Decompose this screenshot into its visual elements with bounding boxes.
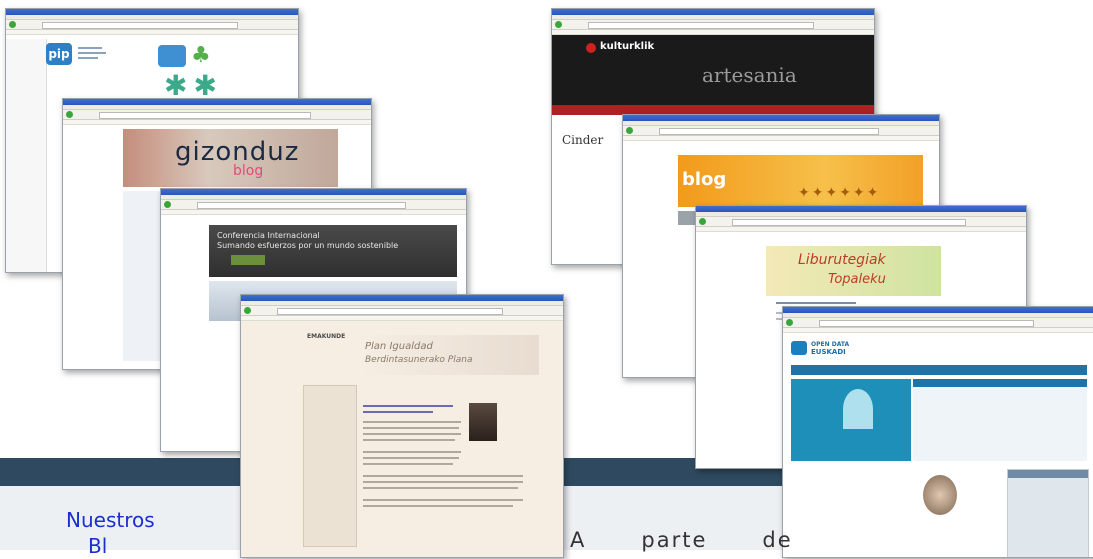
window-addressbar [161, 200, 466, 210]
pip-figure-icon: ♣ [191, 43, 211, 68]
window-addressbar [623, 126, 939, 136]
gazteblog-title: blog [682, 169, 727, 190]
window-bookmarks [161, 210, 466, 215]
screenshot-emakunde: EMAKUNDE Plan Igualdad Berdintasunerako … [240, 294, 564, 558]
url-field [819, 320, 1034, 327]
back-icon [66, 111, 73, 118]
conference-subtitle: Sumando esfuerzos por un mundo sostenibl… [217, 241, 399, 250]
pip-logo-small [158, 45, 186, 67]
back-icon [9, 21, 16, 28]
gizonduz-subtitle: blog [233, 163, 264, 179]
url-field [42, 22, 238, 29]
gizonduz-banner: gizonduz blog [123, 129, 338, 187]
paragraph-word: A [570, 528, 587, 552]
opendata-brand-line1: OPEN DATA [811, 341, 850, 348]
emakunde-plan-subtitle: Berdintasunerako Plana [365, 355, 473, 365]
kulturklik-header: kulturklik artesania [552, 35, 874, 105]
emakunde-sidebar [303, 385, 357, 547]
opendata-brand-line2: EUSKADI [811, 348, 846, 356]
pip-logo: pip [46, 43, 72, 65]
opendata-logo-icon [791, 341, 807, 355]
screenshot-opendata: OPEN DATA EUSKADI [782, 306, 1093, 558]
section-heading-line2: Bl [88, 534, 108, 558]
back-icon [555, 21, 562, 28]
url-field [197, 202, 406, 209]
liburutegiak-banner: Liburutegiak Topaleku [766, 246, 941, 296]
window-bookmarks [6, 30, 298, 35]
conference-banner: Conferencia Internacional Sumando esfuer… [209, 225, 457, 277]
kulturklik-logo-icon [586, 43, 596, 53]
emakunde-photo [469, 403, 497, 441]
url-field [732, 219, 966, 226]
opendata-hero-graphic [843, 389, 873, 429]
liburutegiak-title: Liburutegiak [798, 252, 886, 268]
section-heading-line1: Nuestros [66, 508, 155, 532]
back-icon [699, 218, 706, 225]
gazteblog-people-icon: ✦✦✦✦✦✦ [798, 185, 881, 201]
opendata-list [913, 379, 1087, 461]
emakunde-logo: EMAKUNDE [307, 333, 346, 340]
window-addressbar [696, 217, 1026, 227]
url-field [659, 128, 879, 135]
back-icon [626, 127, 633, 134]
window-addressbar [241, 306, 563, 316]
back-icon [164, 201, 171, 208]
opendata-hero [791, 379, 911, 461]
window-addressbar [552, 20, 874, 30]
opendata-sidebar [1007, 469, 1089, 557]
url-field [99, 112, 311, 119]
paragraph-word: de [762, 528, 793, 552]
kulturklik-section-title: Cinder [562, 133, 604, 147]
url-field [277, 308, 503, 315]
opendata-avatar [923, 475, 957, 515]
emakunde-article [363, 405, 523, 545]
emakunde-banner: Plan Igualdad Berdintasunerako Plana [359, 335, 539, 375]
kulturklik-brand: kulturklik [600, 41, 655, 52]
conference-title: Conferencia Internacional [217, 231, 320, 240]
window-addressbar [6, 20, 298, 30]
window-bookmarks [63, 120, 371, 125]
gazteblog-banner: blog ✦✦✦✦✦✦ [678, 155, 923, 207]
back-icon [244, 307, 251, 314]
pip-tagline [78, 45, 108, 63]
window-addressbar [63, 110, 371, 120]
liburutegiak-subtitle: Topaleku [828, 272, 886, 287]
back-icon [786, 319, 793, 326]
sidebar [6, 39, 47, 272]
url-field [588, 22, 814, 29]
paragraph-word: parte [641, 528, 708, 552]
conference-button [231, 255, 265, 265]
section-paragraph: Aparte de [570, 528, 848, 552]
window-bookmarks [783, 328, 1093, 333]
opendata-nav [791, 365, 1087, 375]
emakunde-plan-title: Plan Igualdad [365, 341, 433, 352]
section-heading: Nuestros Bl [66, 507, 155, 559]
window-bookmarks [696, 227, 1026, 232]
window-bookmarks [623, 136, 939, 141]
window-addressbar [783, 318, 1093, 328]
kulturklik-banner-text: artesania [702, 63, 797, 87]
